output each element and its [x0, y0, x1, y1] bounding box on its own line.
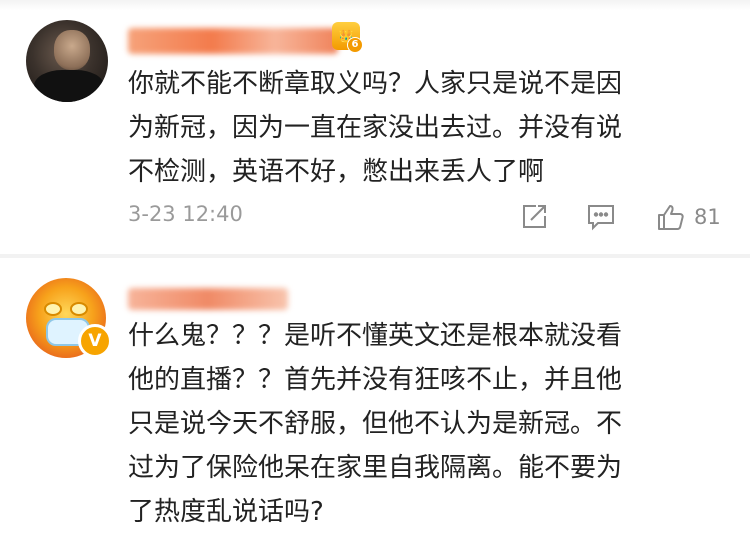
username-redacted[interactable]: [128, 288, 288, 310]
comment-item: 👑 6 你就不能不断章取义吗？人家只是说不是因 为新冠，因为一直在家没出去过。并没…: [0, 0, 750, 254]
comment-icon: [586, 203, 616, 231]
username-redacted[interactable]: [128, 28, 338, 54]
avatar-body: [34, 70, 104, 102]
comment-text: 你就不能不断章取义吗？人家只是说不是因 为新冠，因为一直在家没出去过。并没有说 …: [128, 69, 623, 187]
avatar-eye: [44, 302, 62, 316]
like-count: 81: [694, 205, 721, 229]
comment-timestamp: 3-23 12:40: [128, 202, 243, 226]
share-icon: [520, 203, 548, 231]
comment-text: 什么鬼？？？是听不懂英文还是根本就没看 他的直播？？首先并没有狂咳不止，并且他 …: [128, 321, 623, 527]
verified-icon: V: [78, 324, 112, 358]
reply-button[interactable]: [586, 200, 616, 234]
like-button[interactable]: 81: [656, 200, 721, 234]
like-icon: [656, 202, 686, 232]
avatar[interactable]: [26, 20, 108, 102]
vip-level: 6: [347, 37, 363, 53]
avatar-eye: [70, 302, 88, 316]
share-button[interactable]: [520, 200, 548, 234]
avatar-face: [54, 30, 90, 70]
vip-badge-icon: 👑 6: [332, 22, 363, 53]
